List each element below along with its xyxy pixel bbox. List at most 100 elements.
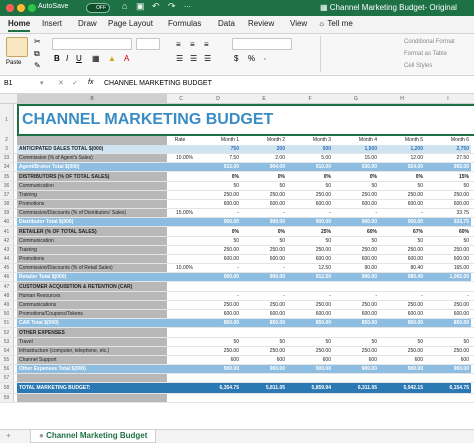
save-icon[interactable]: ▣ <box>136 1 145 12</box>
value-cell[interactable]: 50 <box>241 237 287 245</box>
value-cell[interactable]: 250.00 <box>287 191 333 199</box>
value-cell[interactable]: 600 <box>195 356 241 364</box>
value-cell[interactable] <box>287 374 333 382</box>
value-cell[interactable]: - <box>333 292 379 300</box>
value-cell[interactable]: 50 <box>287 237 333 245</box>
value-cell[interactable]: 250.00 <box>287 301 333 309</box>
value-cell[interactable]: 250.00 <box>379 301 425 309</box>
value-cell[interactable]: 6,311.05 <box>333 383 379 393</box>
rate-cell[interactable] <box>167 301 195 309</box>
rate-cell[interactable] <box>167 145 195 153</box>
value-cell[interactable]: 600 <box>379 356 425 364</box>
value-cell[interactable]: 600 <box>287 356 333 364</box>
value-cell[interactable]: 850.00 <box>195 319 241 327</box>
value-cell[interactable]: 0% <box>379 172 425 181</box>
column-header-i[interactable]: I <box>425 94 471 104</box>
tab-insert[interactable]: Insert <box>42 19 62 28</box>
value-cell[interactable]: 930.00 <box>333 163 379 171</box>
value-cell[interactable] <box>379 328 425 337</box>
align-top-icon[interactable]: ≡ <box>176 40 181 49</box>
rate-header[interactable]: Rate <box>167 136 195 145</box>
value-cell[interactable]: 900.00 <box>379 365 425 373</box>
value-cell[interactable]: 600.00 <box>379 310 425 318</box>
month-header[interactable]: Month 1 <box>195 136 241 145</box>
value-cell[interactable] <box>333 282 379 291</box>
value-cell[interactable]: 600.00 <box>241 200 287 208</box>
value-cell[interactable]: 250.00 <box>241 347 287 355</box>
value-cell[interactable]: 915.00 <box>195 163 241 171</box>
column-header-c[interactable]: C <box>167 94 195 104</box>
underline-button[interactable]: U <box>76 54 82 63</box>
tab-draw[interactable]: Draw <box>78 19 97 28</box>
rate-cell[interactable] <box>167 172 195 181</box>
value-cell[interactable]: 600.00 <box>425 200 471 208</box>
month-header[interactable]: Month 5 <box>379 136 425 145</box>
rate-cell[interactable] <box>167 191 195 199</box>
value-cell[interactable] <box>425 394 471 402</box>
value-cell[interactable]: 25% <box>287 227 333 236</box>
row-label[interactable]: Other Expenses Total $(000) <box>17 365 167 373</box>
value-cell[interactable]: 60% <box>333 227 379 236</box>
value-cell[interactable] <box>425 282 471 291</box>
rate-cell[interactable] <box>167 273 195 281</box>
value-cell[interactable]: 33.75 <box>425 209 471 217</box>
value-cell[interactable]: - <box>195 292 241 300</box>
row-label[interactable]: Communications <box>17 301 167 309</box>
value-cell[interactable]: 0% <box>241 172 287 181</box>
value-cell[interactable]: 250.00 <box>333 246 379 254</box>
rate-cell[interactable] <box>167 163 195 171</box>
tab-formulas[interactable]: Formulas <box>168 19 201 28</box>
value-cell[interactable]: - <box>241 209 287 217</box>
column-header-b[interactable]: B <box>17 94 167 104</box>
rate-cell[interactable] <box>167 282 195 291</box>
copy-icon[interactable]: ⧉ <box>34 49 40 59</box>
rate-cell[interactable] <box>167 255 195 263</box>
value-cell[interactable]: 2,750 <box>425 145 471 153</box>
number-format-select[interactable] <box>232 38 292 50</box>
value-cell[interactable]: 5,942.15 <box>379 383 425 393</box>
value-cell[interactable]: 5,811.05 <box>241 383 287 393</box>
name-box-dropdown-icon[interactable]: ▾ <box>40 79 44 87</box>
row-label[interactable]: Human Resources <box>17 292 167 300</box>
value-cell[interactable]: 90.00 <box>333 264 379 272</box>
value-cell[interactable]: 600.00 <box>425 310 471 318</box>
value-cell[interactable]: 250.00 <box>379 191 425 199</box>
row-label[interactable]: Promotions <box>17 255 167 263</box>
column-header-h[interactable]: H <box>379 94 425 104</box>
value-cell[interactable]: 600.00 <box>195 255 241 263</box>
value-cell[interactable]: 600.00 <box>241 310 287 318</box>
conditional-format-button[interactable]: Conditional Format <box>404 39 455 45</box>
value-cell[interactable]: 250.00 <box>333 191 379 199</box>
font-color-icon[interactable]: A <box>124 54 129 63</box>
value-cell[interactable]: 50 <box>195 338 241 346</box>
row-label[interactable]: Commission (% of Agent's Sales) <box>17 154 167 162</box>
value-cell[interactable] <box>241 374 287 382</box>
column-header-g[interactable]: G <box>333 94 379 104</box>
rate-cell[interactable]: 10.00% <box>167 264 195 272</box>
row-label[interactable] <box>17 394 167 402</box>
value-cell[interactable]: 50 <box>241 182 287 190</box>
value-cell[interactable]: 250.00 <box>241 246 287 254</box>
value-cell[interactable]: 600 <box>333 356 379 364</box>
value-cell[interactable] <box>195 282 241 291</box>
align-middle-icon[interactable]: ≡ <box>190 40 195 49</box>
value-cell[interactable]: 250.00 <box>379 347 425 355</box>
rate-cell[interactable] <box>167 310 195 318</box>
column-header-d[interactable]: D <box>195 94 241 104</box>
tell-me[interactable]: ☼ Tell me <box>318 19 353 28</box>
undo-icon[interactable]: ↶ <box>152 1 160 12</box>
value-cell[interactable]: 1,500 <box>333 145 379 153</box>
value-cell[interactable]: 1,200 <box>379 145 425 153</box>
month-header[interactable]: Month 3 <box>287 136 333 145</box>
value-cell[interactable] <box>287 282 333 291</box>
value-cell[interactable]: 250.00 <box>287 246 333 254</box>
value-cell[interactable]: 600.00 <box>195 310 241 318</box>
align-bottom-icon[interactable]: ≡ <box>204 40 209 49</box>
row-label[interactable]: Infrastructure (computer, telephone, etc… <box>17 347 167 355</box>
currency-icon[interactable]: $ <box>234 54 238 63</box>
value-cell[interactable] <box>379 282 425 291</box>
align-right-icon[interactable]: ☰ <box>204 54 211 63</box>
value-cell[interactable]: 6,154.75 <box>425 383 471 393</box>
tab-home[interactable]: Home <box>8 19 31 32</box>
font-size-select[interactable] <box>136 38 160 50</box>
